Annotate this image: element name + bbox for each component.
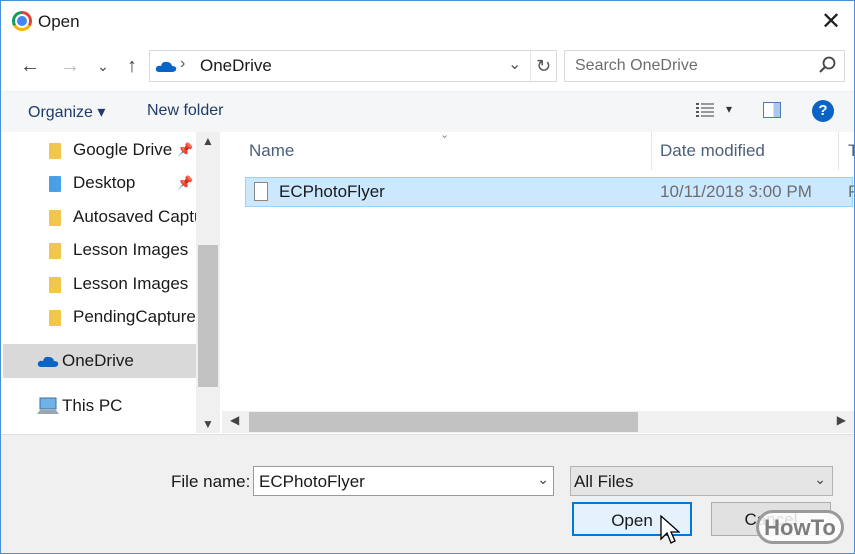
preview-pane-icon[interactable] — [763, 102, 781, 118]
file-row-ecphotoflyer[interactable]: ECPhotoFlyer 10/11/2018 3:00 PM P — [245, 177, 854, 207]
file-name-input[interactable] — [257, 470, 521, 494]
sidebar-item-label: PendingCaptures — [73, 307, 196, 326]
back-button[interactable]: ← — [17, 53, 43, 79]
file-type-cell: P — [848, 182, 854, 202]
file-name-label: File name: — [171, 472, 251, 491]
scrollbar-thumb[interactable] — [249, 412, 638, 432]
new-folder-button[interactable]: New folder — [147, 102, 223, 120]
scroll-down-icon[interactable]: ▼ — [196, 417, 220, 431]
sidebar-item-label: Google Drive — [73, 140, 173, 159]
view-options-icon[interactable] — [696, 102, 714, 118]
column-divider[interactable] — [838, 132, 839, 170]
chrome-icon — [12, 11, 32, 31]
sidebar-item-label: Lesson Images — [73, 274, 189, 293]
column-header-date-modified[interactable]: Date modified — [660, 132, 765, 170]
pin-icon: 📌 — [177, 142, 194, 157]
organize-button[interactable]: Organize ▾ — [28, 102, 105, 122]
view-options-caret-icon[interactable]: ▾ — [726, 102, 732, 116]
forward-button[interactable]: → — [57, 53, 83, 79]
folder-icon — [49, 277, 61, 293]
scrollbar-thumb[interactable] — [198, 245, 218, 387]
recent-locations-button[interactable]: ⌄ — [93, 53, 113, 79]
sidebar-item-label: Autosaved Captures — [73, 207, 196, 226]
file-type-value: All Files — [574, 472, 634, 491]
column-divider[interactable] — [651, 132, 652, 170]
file-name-cell: ECPhotoFlyer — [279, 182, 385, 201]
scroll-up-icon[interactable]: ▲ — [196, 134, 220, 148]
mouse-cursor-icon — [660, 515, 680, 544]
refresh-button[interactable]: ↻ — [530, 51, 556, 81]
sidebar-item-pending-captures[interactable]: PendingCaptures — [49, 300, 196, 334]
column-header-name[interactable]: Name — [249, 132, 294, 170]
close-button[interactable]: ✕ — [808, 1, 854, 43]
sidebar-item-autosaved-captures[interactable]: Autosaved Captures — [49, 200, 196, 234]
file-icon — [254, 182, 268, 201]
address-dropdown-icon[interactable]: ⌄ — [508, 54, 521, 74]
desktop-folder-icon — [49, 176, 61, 192]
sidebar-item-label: OneDrive — [62, 351, 134, 370]
file-name-combobox[interactable]: ⌄ — [253, 466, 554, 496]
sidebar-item-onedrive[interactable]: OneDrive — [3, 344, 196, 378]
sidebar-item-label: This PC — [62, 396, 123, 415]
onedrive-icon — [155, 61, 177, 72]
file-type-select[interactable]: All Files ⌄ — [570, 466, 833, 496]
onedrive-icon — [37, 356, 59, 367]
file-type-dropdown-icon[interactable]: ⌄ — [814, 471, 826, 488]
help-icon[interactable]: ? — [812, 100, 834, 122]
howto-watermark: HowTo — [756, 510, 844, 544]
dialog-footer: File name: ⌄ All Files ⌄ Open Cancel — [1, 434, 854, 553]
sidebar-item-label: Lesson Images — [73, 240, 189, 259]
window-title: Open — [38, 12, 80, 31]
sidebar-item-this-pc[interactable]: This PC — [3, 389, 196, 423]
file-name-dropdown-icon[interactable]: ⌄ — [537, 471, 549, 488]
file-list-horizontal-scrollbar[interactable]: ◀ ▶ — [222, 411, 854, 433]
sidebar-item-lesson-images-2[interactable]: Lesson Images — [49, 267, 196, 301]
title-bar: Open ✕ — [1, 1, 854, 43]
search-input[interactable] — [573, 55, 817, 77]
command-bar: Organize ▾ New folder ▾ ? — [1, 91, 854, 132]
search-box[interactable] — [564, 50, 845, 82]
sidebar-item-lesson-images[interactable]: Lesson Images — [49, 233, 196, 267]
folder-icon — [49, 210, 61, 226]
sidebar-item-google-drive[interactable]: Google Drive 📌 — [49, 133, 197, 167]
sort-indicator-icon: ⌄ — [440, 129, 450, 141]
navigation-pane-scrollbar[interactable]: ▲ ▼ — [196, 132, 220, 433]
computer-icon — [37, 397, 59, 414]
scroll-left-icon[interactable]: ◀ — [230, 413, 239, 427]
address-bar[interactable]: › OneDrive ⌄ ↻ — [149, 50, 557, 82]
column-header-type[interactable]: T — [848, 132, 854, 170]
search-icon[interactable] — [818, 55, 838, 75]
sidebar-item-desktop[interactable]: Desktop 📌 — [49, 166, 197, 200]
open-dialog: Open ✕ ← → ⌄ ↑ › OneDrive ⌄ ↻ Organize ▾… — [0, 0, 855, 554]
navigation-pane: Google Drive 📌 Desktop 📌 Autosaved Captu… — [1, 132, 221, 433]
file-list: ⌄ Name Date modified T ECPhotoFlyer 10/1… — [222, 129, 854, 411]
folder-icon — [49, 310, 61, 326]
breadcrumb-onedrive[interactable]: OneDrive — [200, 56, 272, 76]
pin-icon: 📌 — [177, 175, 194, 190]
folder-icon — [49, 243, 61, 259]
sidebar-item-label: Desktop — [73, 173, 136, 192]
scroll-right-icon[interactable]: ▶ — [837, 413, 846, 427]
file-date-cell: 10/11/2018 3:00 PM — [660, 182, 812, 201]
breadcrumb-separator: › — [180, 55, 186, 72]
up-button[interactable]: ↑ — [119, 53, 145, 79]
google-drive-folder-icon — [49, 143, 61, 159]
